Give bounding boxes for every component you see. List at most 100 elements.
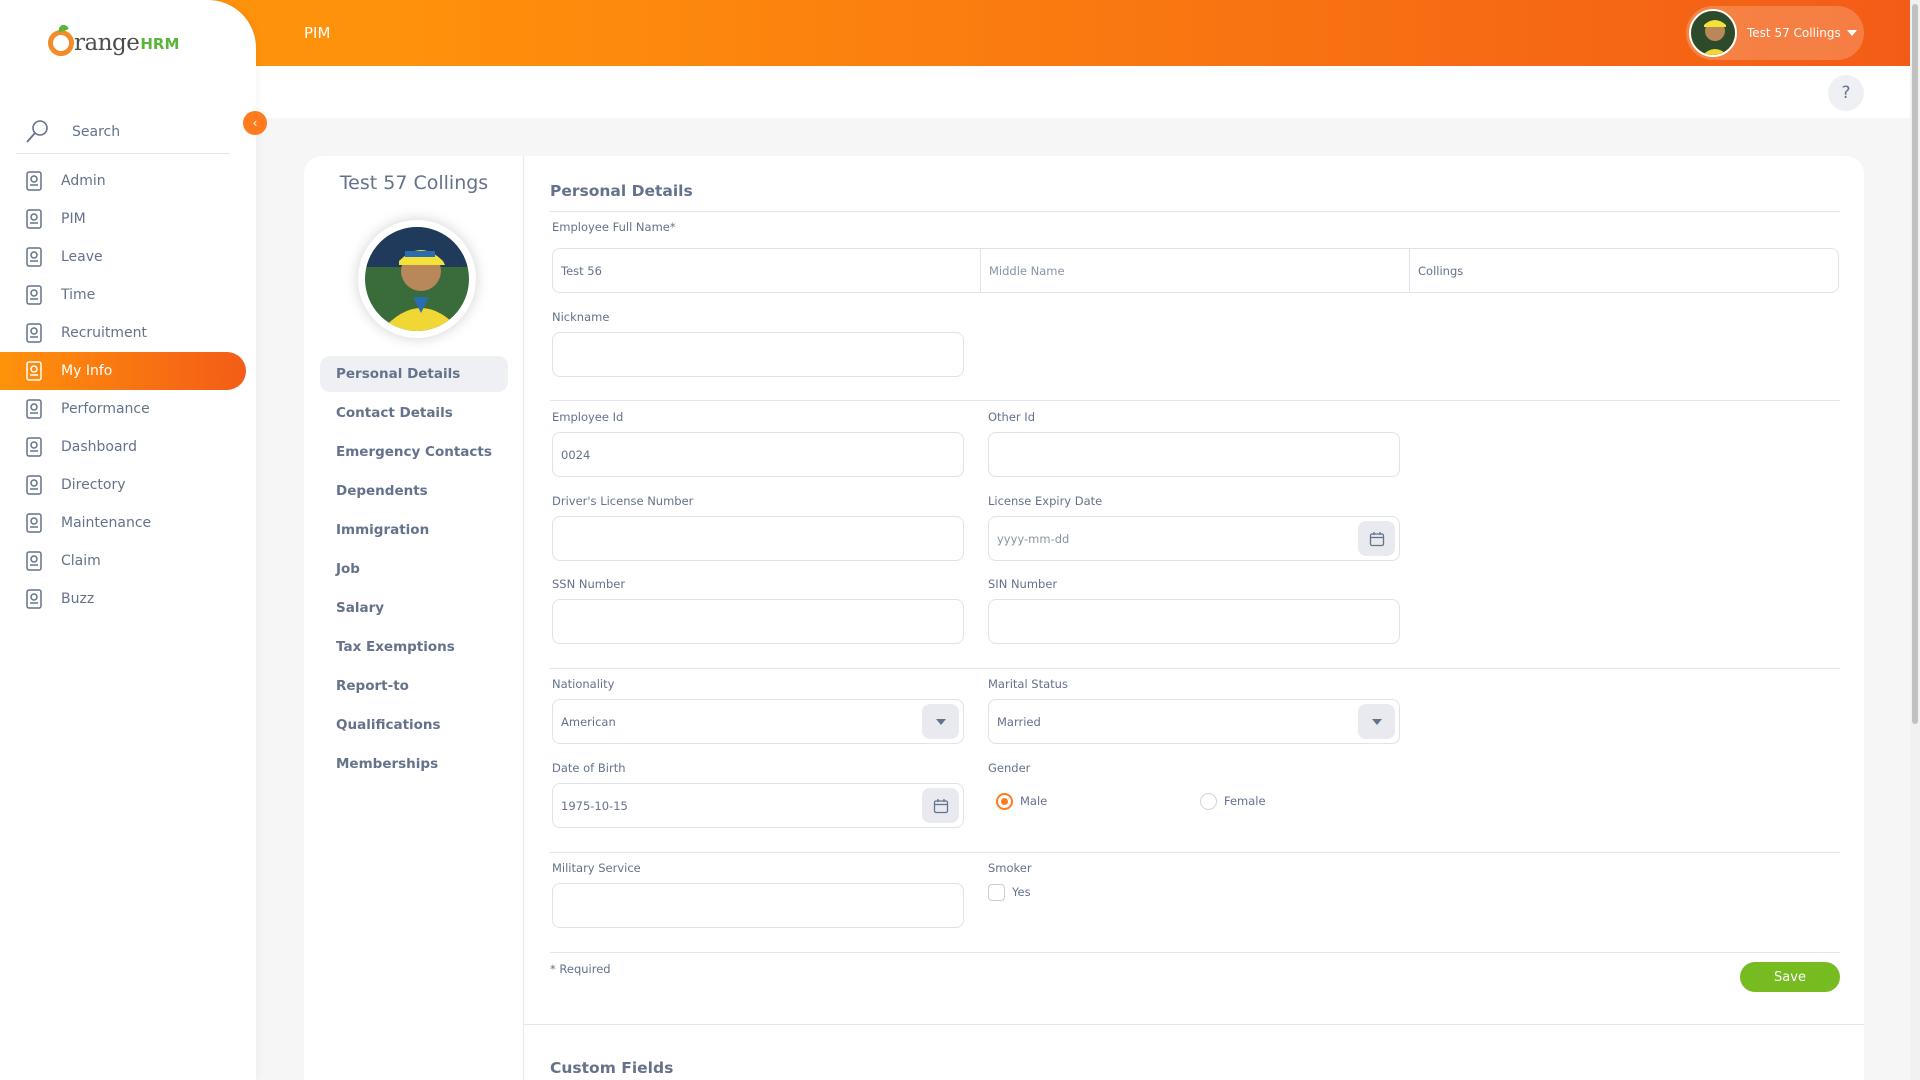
calendar-icon[interactable] <box>1358 521 1395 556</box>
employee-details-card: Test 57 Collings Personal Details Contact… <box>304 156 1864 1080</box>
marital-status-value: Married <box>997 714 1041 729</box>
last-name-input[interactable]: Collings <box>1410 248 1839 293</box>
tab-dependents[interactable]: Dependents <box>320 473 508 509</box>
sidebar-item-recruitment[interactable]: Recruitment <box>0 314 256 352</box>
gender-label: Gender <box>988 761 1031 775</box>
sidebar: range HRM Search Admin PIM Leave Time Recrui… <box>0 0 256 1080</box>
smoker-yes-label: Yes <box>1012 885 1031 899</box>
user-dropdown[interactable]: Test 57 Collings <box>1686 6 1864 60</box>
scrollbar-thumb[interactable] <box>1912 4 1918 724</box>
gender-female-radio[interactable] <box>1200 793 1217 810</box>
collapse-sidebar-button[interactable]: ‹ <box>243 111 267 135</box>
admin-icon <box>22 168 48 194</box>
sidebar-item-pim[interactable]: PIM <box>0 200 256 238</box>
sidebar-item-label: Performance <box>61 401 150 417</box>
leave-icon <box>22 244 48 270</box>
dropdown-arrow-icon[interactable] <box>1358 704 1395 739</box>
section-title: Personal Details <box>550 182 693 200</box>
sidebar-item-time[interactable]: Time <box>0 276 256 314</box>
sidebar-item-maintenance[interactable]: Maintenance <box>0 504 256 542</box>
dob-label: Date of Birth <box>552 761 626 775</box>
sidebar-item-leave[interactable]: Leave <box>0 238 256 276</box>
divider <box>550 211 1840 212</box>
sidebar-item-label: Recruitment <box>61 325 148 341</box>
smoker-checkbox[interactable] <box>988 884 1005 901</box>
tab-personal-details[interactable]: Personal Details <box>320 356 508 392</box>
logo-suffix: HRM <box>140 35 180 53</box>
tab-qualifications[interactable]: Qualifications <box>320 707 508 743</box>
marital-status-label: Marital Status <box>988 677 1068 691</box>
first-name-input[interactable]: Test 56 <box>552 248 981 293</box>
help-button[interactable]: ? <box>1828 75 1864 111</box>
sidebar-item-dashboard[interactable]: Dashboard <box>0 428 256 466</box>
sidebar-item-performance[interactable]: Performance <box>0 390 256 428</box>
nickname-label: Nickname <box>552 310 610 324</box>
full-name-group: Test 56 Middle Name Collings <box>552 248 1839 293</box>
tab-memberships[interactable]: Memberships <box>320 746 508 782</box>
sidebar-item-admin[interactable]: Admin <box>0 162 256 200</box>
dropdown-arrow-icon[interactable] <box>922 704 959 739</box>
pim-icon <box>22 206 48 232</box>
employee-id-input[interactable]: 0024 <box>552 432 964 477</box>
dob-input[interactable]: 1975-10-15 <box>552 783 964 828</box>
tab-tax-exemptions[interactable]: Tax Exemptions <box>320 629 508 665</box>
my-info-icon <box>22 358 48 384</box>
sidebar-item-claim[interactable]: Claim <box>0 542 256 580</box>
page-scrollbar[interactable] <box>1910 0 1920 1080</box>
license-expiry-label: License Expiry Date <box>988 494 1103 508</box>
smoker-label: Smoker <box>988 861 1032 875</box>
middle-name-input[interactable]: Middle Name <box>981 248 1410 293</box>
tab-contact-details[interactable]: Contact Details <box>320 395 508 431</box>
sidebar-search[interactable]: Search <box>16 110 230 154</box>
military-service-label: Military Service <box>552 861 641 875</box>
profile-tabs: Personal Details Contact Details Emergency… <box>320 356 508 785</box>
caret-down-icon <box>1846 30 1857 36</box>
save-button[interactable]: Save <box>1740 962 1840 992</box>
tab-job[interactable]: Job <box>320 551 508 587</box>
nickname-input[interactable] <box>552 332 964 377</box>
sidebar-item-label: Leave <box>61 249 103 265</box>
sidebar-item-buzz[interactable]: Buzz <box>0 580 256 618</box>
sidebar-item-label: Maintenance <box>61 515 152 531</box>
gender-male-label: Male <box>1020 794 1048 808</box>
sin-input[interactable] <box>988 599 1400 644</box>
claim-icon <box>22 548 48 574</box>
tab-immigration[interactable]: Immigration <box>320 512 508 548</box>
sidebar-item-label: My Info <box>61 363 113 379</box>
sidebar-item-label: Buzz <box>61 591 95 607</box>
sidebar-item-directory[interactable]: Directory <box>0 466 256 504</box>
tab-emergency-contacts[interactable]: Emergency Contacts <box>320 434 508 470</box>
search-label: Search <box>72 123 121 140</box>
sidebar-item-label: Dashboard <box>61 439 137 455</box>
dashboard-icon <box>22 434 48 460</box>
nationality-select[interactable]: American <box>552 699 964 744</box>
employee-photo[interactable] <box>358 220 476 338</box>
custom-fields-title: Custom Fields <box>550 1059 674 1077</box>
top-header-bar: PIM Test 57 Collings <box>0 0 1910 66</box>
gender-male-radio[interactable] <box>996 793 1013 810</box>
full-name-label: Employee Full Name* <box>552 220 676 234</box>
sidebar-item-my-info[interactable]: My Info <box>0 352 246 390</box>
marital-status-select[interactable]: Married <box>988 699 1400 744</box>
sidebar-item-label: Claim <box>61 553 101 569</box>
divider <box>550 852 1840 853</box>
tab-report-to[interactable]: Report-to <box>320 668 508 704</box>
calendar-icon[interactable] <box>922 788 959 823</box>
sidebar-item-label: Directory <box>61 477 126 493</box>
sidebar-item-label: Time <box>61 287 96 303</box>
tab-salary[interactable]: Salary <box>320 590 508 626</box>
other-id-input[interactable] <box>988 432 1400 477</box>
sub-header-bar <box>256 66 1910 118</box>
time-icon <box>22 282 48 308</box>
performance-icon <box>22 396 48 422</box>
drivers-license-input[interactable] <box>552 516 964 561</box>
sidebar-item-label: PIM <box>61 211 86 227</box>
license-expiry-input[interactable]: yyyy-mm-dd <box>988 516 1400 561</box>
divider <box>524 1024 1864 1025</box>
maintenance-icon <box>22 510 48 536</box>
ssn-input[interactable] <box>552 599 964 644</box>
orangehrm-logo[interactable]: range HRM <box>48 30 179 56</box>
military-service-input[interactable] <box>552 883 964 928</box>
employee-id-label: Employee Id <box>552 410 624 424</box>
divider <box>550 400 1840 401</box>
